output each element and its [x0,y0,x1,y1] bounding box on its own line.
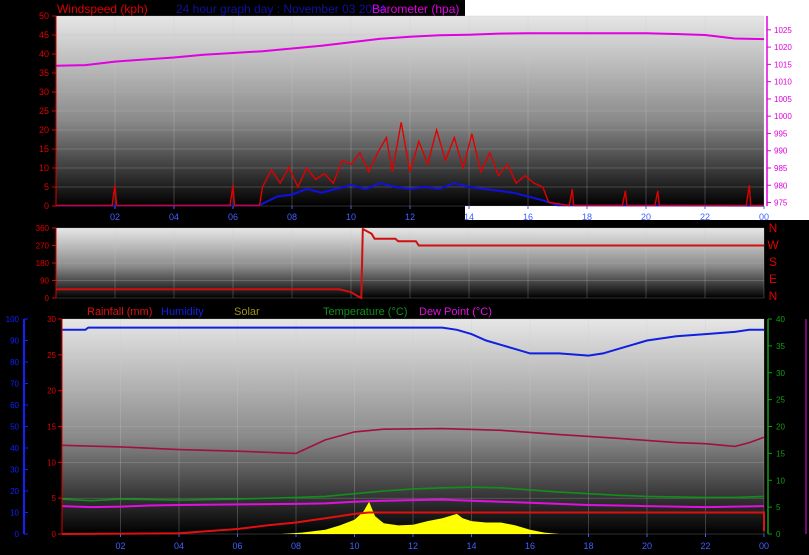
y-tick-label: 5 [52,494,57,503]
y-tick-label: 60 [10,401,19,410]
temperature-legend: Temperature (°C) [323,306,407,318]
x-tick-label: 00 [759,212,769,222]
y-tick-label: 10 [47,458,56,467]
x-tick-label: 04 [169,212,179,222]
y-tick-label: 40 [39,49,49,59]
y-tick-label: 80 [10,358,19,367]
y-tick-label: 5 [44,182,49,192]
x-tick-label: 14 [464,212,474,222]
humidity-legend: Humidity [161,306,204,318]
y-tick-label: 90 [10,337,19,346]
x-tick-label: 06 [228,212,238,222]
x-tick-label: 02 [115,541,125,551]
y-tick-label: 15 [39,144,49,154]
y-tick-label: 980 [774,181,788,190]
cardinal-label: W [767,238,779,252]
y-tick-label: 10 [39,163,49,173]
y-tick-label: 30 [47,315,56,324]
y-tick-label: 270 [36,242,50,251]
y-tick-label: 20 [39,125,49,135]
solar-legend: Solar [234,306,260,318]
y-tick-label: 70 [10,380,19,389]
x-tick-label: 10 [346,212,356,222]
x-tick-label: 12 [408,541,418,551]
y-tick-label: 0 [44,201,49,211]
y-tick-label: 995 [774,129,788,138]
y-tick-label: 25 [39,106,49,116]
x-tick-label: 02 [110,212,120,222]
y-tick-label: 20 [776,423,785,432]
y-tick-label: 35 [776,342,785,351]
x-tick-label: 20 [641,212,651,222]
y-tick-label: 1005 [774,95,792,104]
y-tick-label: 25 [47,351,56,360]
x-tick-label: 00 [759,541,769,551]
x-tick-label: 16 [525,541,535,551]
y-tick-label: 100 [6,315,20,324]
cardinal-label: N [769,221,778,235]
y-tick-label: 180 [36,259,50,268]
x-tick-label: 18 [582,212,592,222]
y-tick-label: 990 [774,147,788,156]
windspeed-legend: Windspeed (kph) [57,2,148,16]
x-tick-label: 10 [349,541,359,551]
x-tick-label: 14 [466,541,476,551]
weather-graph-canvas: 05101520253035404550 9759809859909951000… [0,0,809,555]
y-tick-label: 50 [10,423,19,432]
y-tick-label: 1025 [774,26,792,35]
barometer-legend: Barometer (hpa) [372,2,459,16]
y-tick-label: 15 [47,423,56,432]
y-tick-label: 30 [10,466,19,475]
y-tick-label: 40 [776,315,785,324]
x-tick-label: 12 [405,212,415,222]
y-tick-label: 1000 [774,112,792,121]
x-tick-label: 20 [642,541,652,551]
y-tick-label: 975 [774,199,788,208]
rainfall-legend: Rainfall (mm) [87,306,152,318]
x-tick-label: 18 [583,541,593,551]
y-tick-label: 360 [36,224,50,233]
chart-title: 24 hour graph day : November 03 2024 [176,2,386,16]
y-tick-label: 0 [52,530,57,539]
y-tick-label: 20 [10,487,19,496]
x-tick-label: 22 [700,212,710,222]
y-tick-label: 50 [39,11,49,21]
y-tick-label: 35 [39,68,49,78]
x-tick-label: 16 [523,212,533,222]
cardinal-label: N [769,289,778,303]
y-tick-label: 15 [776,449,785,458]
y-tick-label: 1015 [774,60,792,69]
y-tick-label: 0 [776,530,781,539]
y-tick-label: 985 [774,164,788,173]
y-tick-label: 0 [15,530,20,539]
y-tick-label: 25 [776,396,785,405]
y-tick-label: 10 [10,509,19,518]
y-tick-label: 1020 [774,43,792,52]
y-tick-label: 40 [10,444,19,453]
x-tick-label: 08 [291,541,301,551]
x-tick-label: 22 [700,541,710,551]
cardinal-label: S [769,255,777,269]
y-tick-label: 5 [776,503,781,512]
y-tick-label: 30 [776,369,785,378]
y-tick-label: 0 [45,294,50,303]
y-tick-label: 30 [39,87,49,97]
cardinal-label: E [769,272,777,286]
x-tick-label: 06 [232,541,242,551]
y-tick-label: 45 [39,30,49,40]
x-tick-label: 08 [287,212,297,222]
dew-point-legend: Dew Point (°C) [419,306,492,318]
x-tick-label: 04 [174,541,184,551]
y-tick-label: 1010 [774,78,792,87]
y-tick-label: 10 [776,476,785,485]
y-tick-label: 90 [40,277,49,286]
y-tick-label: 20 [47,387,56,396]
